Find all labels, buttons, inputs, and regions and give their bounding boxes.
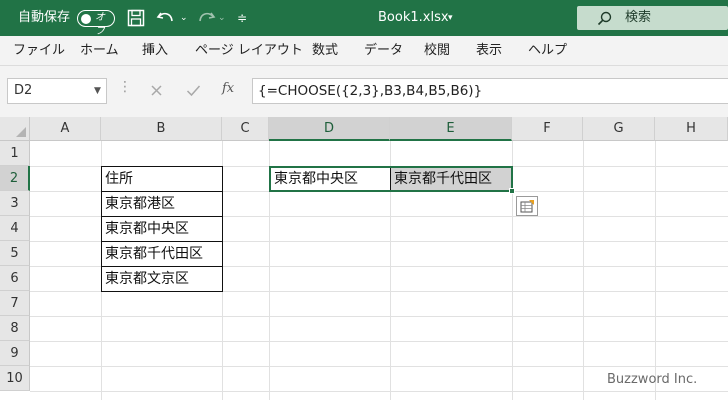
row-header-3[interactable]: 3 (0, 191, 30, 216)
gridline (30, 391, 728, 392)
fill-handle[interactable] (509, 188, 515, 194)
cell-divider (390, 168, 391, 190)
row-header-6[interactable]: 6 (0, 266, 30, 291)
gridline (512, 141, 513, 400)
autosave-label: 自動保存 (18, 10, 71, 25)
cell-d2[interactable]: 東京都中央区 (271, 167, 390, 191)
save-icon[interactable] (127, 9, 145, 27)
formula-bar: D2 ▼ ⋮ fx {=CHOOSE({2,3},B3,B4,B5,B6)} (0, 66, 728, 117)
autosave-state: オフ (95, 12, 105, 37)
cell-b4[interactable]: 東京都中央区 (101, 216, 223, 242)
cancel-icon[interactable] (150, 84, 163, 97)
gridline (269, 141, 270, 400)
undo-icon[interactable] (156, 9, 176, 27)
column-header-f[interactable]: F (512, 117, 583, 141)
gridline (30, 366, 728, 367)
search-box[interactable]: 検索 (577, 6, 728, 30)
redo-icon (199, 12, 216, 22)
column-header-g[interactable]: G (583, 117, 655, 141)
autosave-toggle[interactable]: オフ (77, 10, 115, 37)
quick-analysis-button[interactable] (516, 196, 538, 216)
quick-access-customize-icon[interactable]: ≑ (237, 0, 247, 36)
gridline (655, 141, 656, 400)
tab-data[interactable]: データ (364, 36, 403, 66)
select-all-corner[interactable] (0, 117, 30, 141)
formula-text: {=CHOOSE({2,3},B3,B4,B5,B6)} (258, 83, 483, 99)
watermark: Buzzword Inc. (607, 372, 698, 387)
gridline (583, 141, 584, 400)
redo-dropdown-icon: ⌄ (218, 13, 226, 23)
title-bar: 自動保存 オフ ⌄ ⌄ ≑ Book1.xlsx ▾ 検索 (0, 0, 728, 37)
undo-dropdown-icon[interactable]: ⌄ (180, 0, 188, 36)
tab-home[interactable]: ホーム (80, 36, 119, 66)
cell-b5[interactable]: 東京都千代田区 (101, 241, 223, 267)
tab-review[interactable]: 校閲 (424, 36, 450, 66)
document-title[interactable]: Book1.xlsx (378, 0, 449, 36)
column-header-d[interactable]: D (269, 117, 390, 141)
column-header-e[interactable]: E (390, 117, 512, 141)
name-box-dropdown-icon[interactable]: ▼ (94, 79, 101, 103)
select-all-triangle-icon (16, 127, 26, 137)
column-header-h[interactable]: H (655, 117, 728, 141)
search-icon (597, 11, 612, 26)
row-header-1[interactable]: 1 (0, 141, 30, 166)
column-header-c[interactable]: C (222, 117, 269, 141)
formula-input[interactable]: {=CHOOSE({2,3},B3,B4,B5,B6)} (252, 78, 728, 104)
cell-b6[interactable]: 東京都文京区 (101, 266, 223, 292)
insert-function-icon[interactable]: fx (222, 81, 234, 96)
row-header-9[interactable]: 9 (0, 341, 30, 366)
column-header-b[interactable]: B (101, 117, 222, 141)
row-header-8[interactable]: 8 (0, 316, 30, 341)
tab-page-layout[interactable]: ページ レイアウト (195, 36, 303, 66)
cell-e2[interactable]: 東京都千代田区 (391, 168, 511, 190)
quick-analysis-icon (520, 200, 534, 213)
cell-b3[interactable]: 東京都港区 (101, 191, 223, 217)
gridline (30, 316, 728, 317)
gridline (30, 341, 728, 342)
row-header-5[interactable]: 5 (0, 241, 30, 266)
row-header-10[interactable]: 10 (0, 366, 30, 391)
tab-formulas[interactable]: 数式 (312, 36, 338, 66)
cell-b2[interactable]: 住所 (101, 166, 223, 192)
enter-icon[interactable] (186, 84, 201, 97)
ribbon-tabs: ファイル ホーム 挿入 ページ レイアウト 数式 データ 校閲 表示 ヘルプ (0, 36, 728, 66)
name-box-value: D2 (14, 83, 33, 98)
tab-view[interactable]: 表示 (476, 36, 502, 66)
row-header-2[interactable]: 2 (0, 166, 30, 191)
formula-bar-grip-icon: ⋮ (118, 79, 132, 95)
title-dropdown-icon[interactable]: ▾ (448, 0, 453, 36)
column-header-a[interactable]: A (30, 117, 101, 141)
tab-help[interactable]: ヘルプ (528, 36, 567, 66)
tab-insert[interactable]: 挿入 (142, 36, 168, 66)
tab-file[interactable]: ファイル (13, 36, 65, 66)
row-header-4[interactable]: 4 (0, 216, 30, 241)
row-header-7[interactable]: 7 (0, 291, 30, 316)
toggle-knob (81, 13, 91, 24)
search-label: 検索 (625, 10, 652, 25)
name-box[interactable]: D2 ▼ (7, 78, 107, 104)
